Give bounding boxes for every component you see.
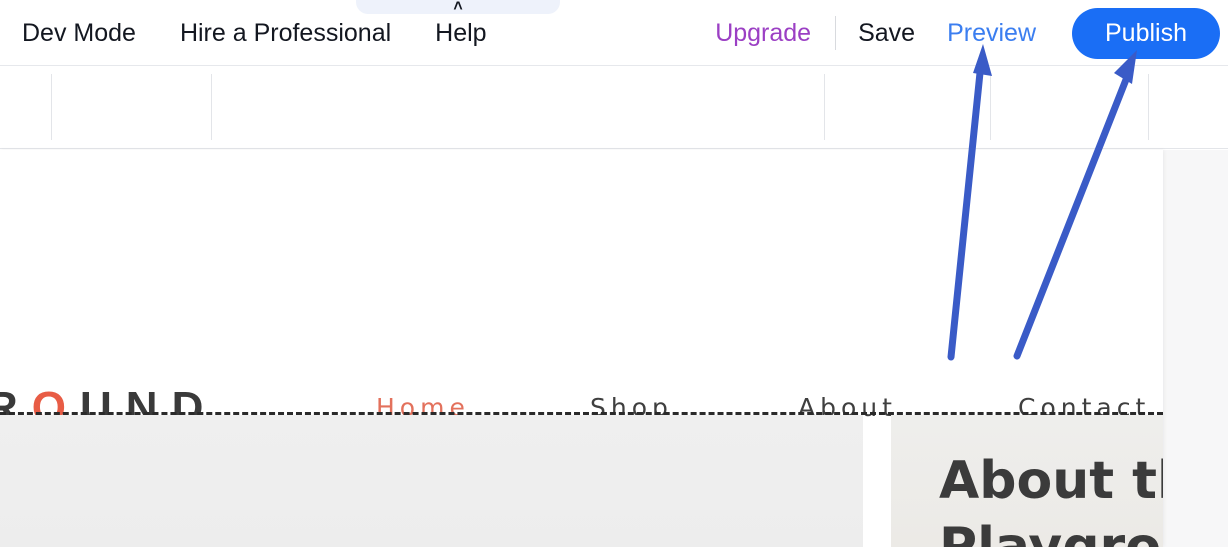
site-preview-canvas[interactable]: ROUND Home Shop About Contact About the … [0, 150, 1163, 547]
chevron-up-icon: ˄ [453, 0, 463, 15]
site-header-section[interactable]: ROUND Home Shop About Contact [0, 150, 1163, 432]
editor-toolbar: https://www.wix.co… Connect Your Domain … [0, 66, 1228, 198]
publish-button[interactable]: Publish [1072, 7, 1220, 59]
panel-collapse-tab[interactable]: ˄ [356, 0, 560, 15]
menu-dev-mode[interactable]: Dev Mode [0, 0, 158, 66]
about-heading-line-1: About the [939, 451, 1163, 511]
toolbar-divider-3 [824, 74, 825, 140]
preview-button[interactable]: Preview [931, 19, 1052, 48]
top-menu-bar: Dev Mode Hire a Professional Help Upgrad… [0, 0, 1228, 66]
save-button[interactable]: Save [842, 19, 931, 48]
top-menu-right-group: Upgrade Save Preview Publish [697, 0, 1220, 66]
toolbar-divider [835, 16, 837, 50]
toolbar-divider-4 [990, 74, 991, 140]
toolbar-divider-2 [211, 74, 212, 140]
about-heading-line-2: Playgroun [939, 517, 1163, 547]
toolbar-divider-5 [1148, 74, 1149, 140]
about-image-block[interactable] [0, 415, 863, 547]
about-text-block[interactable]: About the Playgroun [891, 415, 1163, 547]
toolbar-divider-1 [51, 74, 52, 140]
upgrade-button[interactable]: Upgrade [697, 19, 829, 48]
editor-window: Dev Mode Hire a Professional Help Upgrad… [0, 0, 1228, 547]
